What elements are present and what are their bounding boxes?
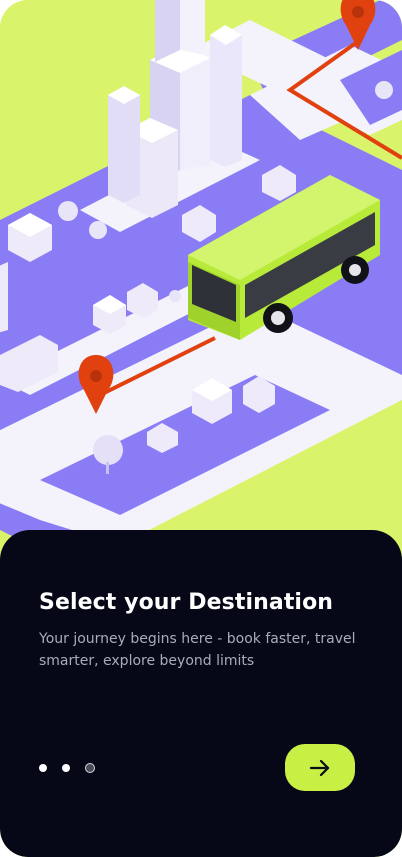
onboarding-sheet <box>0 530 402 857</box>
page-subtitle: Your journey begins here - book faster, … <box>39 631 356 669</box>
arrow-right-icon <box>309 759 330 776</box>
city-bus-illustration <box>0 0 402 560</box>
next-button[interactable] <box>285 744 355 791</box>
onboarding-screen: Select your Destination Your journey beg… <box>0 0 402 857</box>
pagination-dot-2[interactable] <box>62 764 70 772</box>
pagination-dot-3[interactable] <box>85 763 95 773</box>
pagination-dots <box>39 763 95 773</box>
pagination-dot-1[interactable] <box>39 764 47 772</box>
page-title: Select your Destination <box>39 590 334 615</box>
